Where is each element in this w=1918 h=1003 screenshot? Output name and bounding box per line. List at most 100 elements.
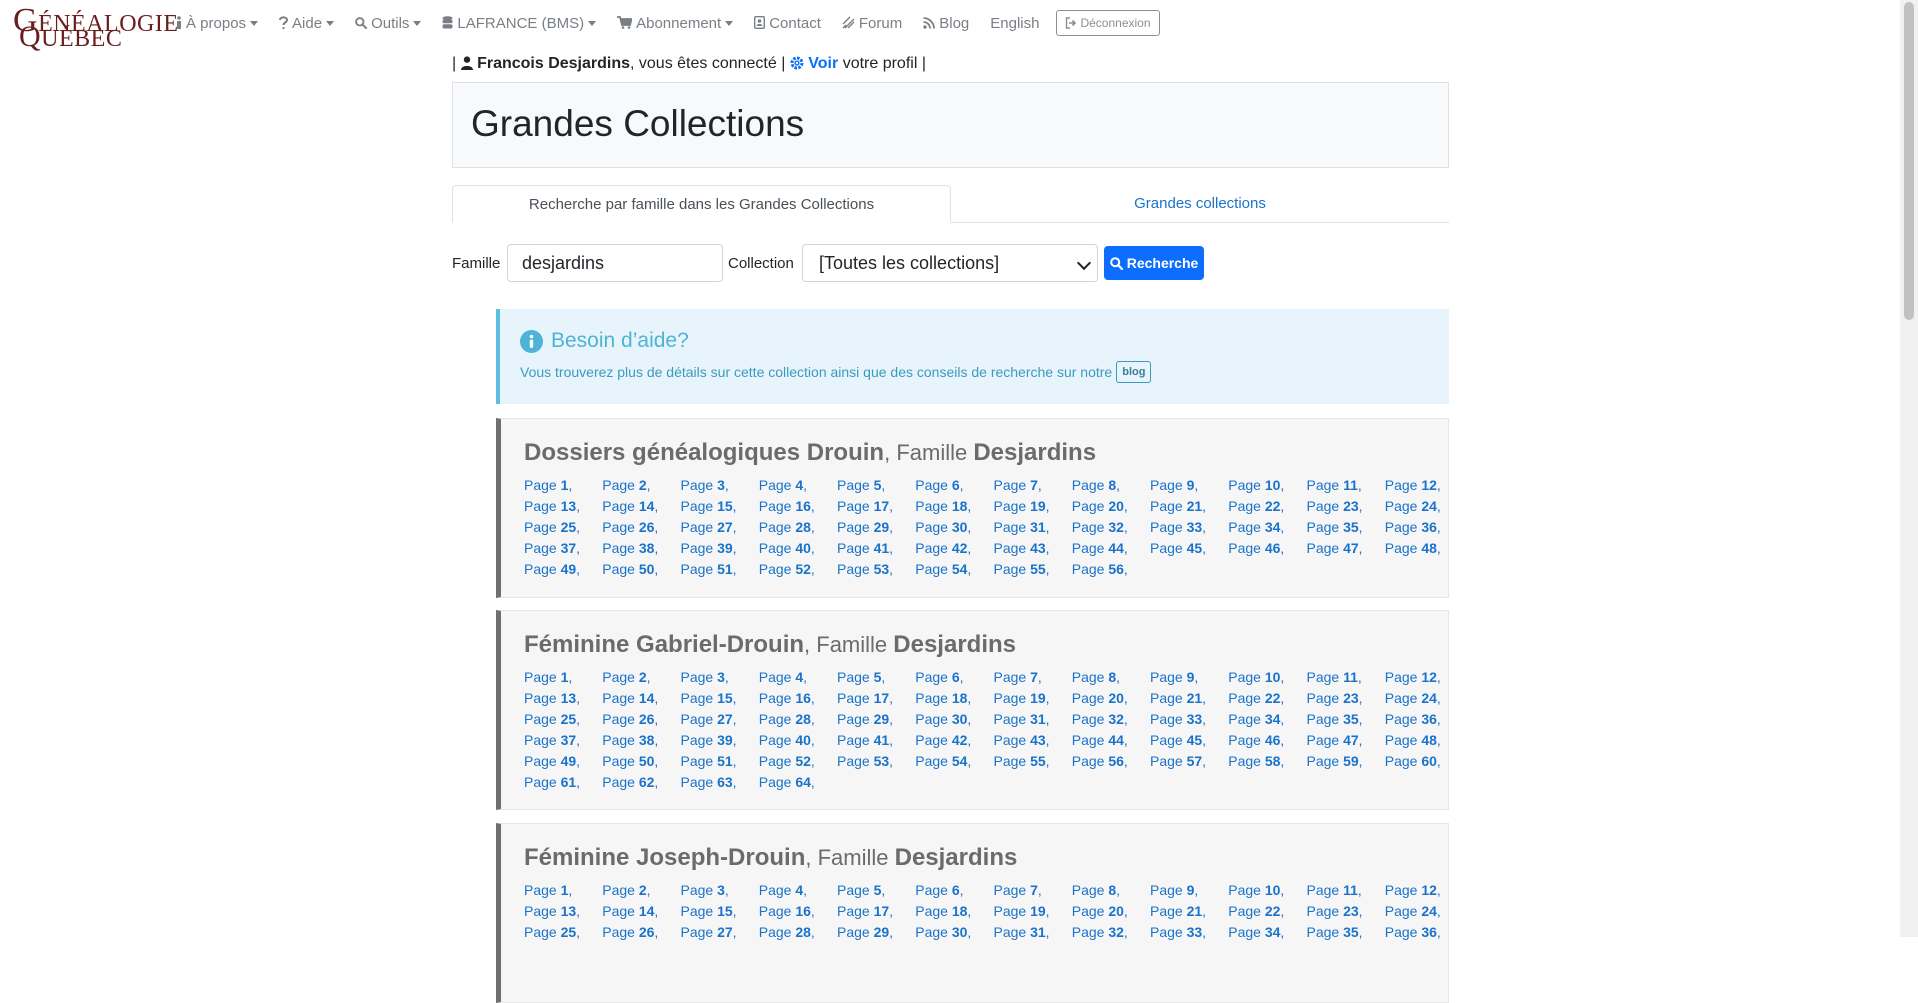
page-link[interactable]: Page 16, <box>759 688 837 709</box>
page-link[interactable]: Page 11, <box>1307 880 1385 901</box>
page-link[interactable]: Page 49, <box>524 559 602 580</box>
page-link[interactable]: Page 46, <box>1228 538 1306 559</box>
page-link[interactable]: Page 25, <box>524 517 602 538</box>
page-link[interactable]: Page 27, <box>681 922 759 943</box>
collection-select[interactable]: [Toutes les collections] <box>802 244 1098 282</box>
page-link[interactable]: Page 51, <box>681 751 759 772</box>
page-link[interactable]: Page 39, <box>681 730 759 751</box>
page-link[interactable]: Page 7, <box>994 667 1072 688</box>
page-link[interactable]: Page 49, <box>524 751 602 772</box>
page-link[interactable]: Page 14, <box>602 688 680 709</box>
page-link[interactable]: Page 10, <box>1228 667 1306 688</box>
nav-item-propos[interactable]: À propos <box>176 15 259 32</box>
page-link[interactable]: Page 56, <box>1072 751 1150 772</box>
page-link[interactable]: Page 8, <box>1072 475 1150 496</box>
page-link[interactable]: Page 1, <box>524 667 602 688</box>
page-link[interactable]: Page 28, <box>759 922 837 943</box>
page-link[interactable]: Page 3, <box>681 880 759 901</box>
page-link[interactable]: Page 41, <box>837 538 915 559</box>
page-link[interactable]: Page 38, <box>602 538 680 559</box>
page-link[interactable]: Page 30, <box>915 517 993 538</box>
page-link[interactable]: Page 44, <box>1072 538 1150 559</box>
page-link[interactable]: Page 26, <box>602 709 680 730</box>
page-link[interactable]: Page 52, <box>759 559 837 580</box>
page-link[interactable]: Page 55, <box>994 751 1072 772</box>
page-link[interactable]: Page 63, <box>681 772 759 793</box>
scrollbar-thumb[interactable] <box>1904 2 1914 320</box>
page-scrollbar[interactable] <box>1900 0 1918 937</box>
page-link[interactable]: Page 25, <box>524 709 602 730</box>
page-link[interactable]: Page 19, <box>994 901 1072 922</box>
page-link[interactable]: Page 12, <box>1385 667 1463 688</box>
page-link[interactable]: Page 18, <box>915 496 993 517</box>
page-link[interactable]: Page 36, <box>1385 922 1463 943</box>
page-link[interactable]: Page 23, <box>1307 688 1385 709</box>
page-link[interactable]: Page 20, <box>1072 688 1150 709</box>
page-link[interactable]: Page 51, <box>681 559 759 580</box>
nav-item-lafrance-bms[interactable]: LAFRANCE (BMS) <box>442 15 597 32</box>
page-link[interactable]: Page 7, <box>994 475 1072 496</box>
page-link[interactable]: Page 6, <box>915 475 993 496</box>
nav-item-aide[interactable]: Aide <box>279 15 335 32</box>
page-link[interactable]: Page 13, <box>524 901 602 922</box>
page-link[interactable]: Page 28, <box>759 709 837 730</box>
page-link[interactable]: Page 27, <box>681 709 759 730</box>
page-link[interactable]: Page 44, <box>1072 730 1150 751</box>
page-link[interactable]: Page 26, <box>602 517 680 538</box>
page-link[interactable]: Page 34, <box>1228 709 1306 730</box>
page-link[interactable]: Page 61, <box>524 772 602 793</box>
page-link[interactable]: Page 64, <box>759 772 837 793</box>
page-link[interactable]: Page 8, <box>1072 667 1150 688</box>
nav-item-outils[interactable]: Outils <box>355 15 422 32</box>
page-link[interactable]: Page 39, <box>681 538 759 559</box>
page-link[interactable]: Page 29, <box>837 709 915 730</box>
page-link[interactable]: Page 19, <box>994 688 1072 709</box>
page-link[interactable]: Page 2, <box>602 880 680 901</box>
page-link[interactable]: Page 50, <box>602 751 680 772</box>
page-link[interactable]: Page 15, <box>681 496 759 517</box>
page-link[interactable]: Page 21, <box>1150 688 1228 709</box>
nav-item-forum[interactable]: Forum <box>842 15 902 32</box>
page-link[interactable]: Page 45, <box>1150 538 1228 559</box>
page-link[interactable]: Page 35, <box>1307 709 1385 730</box>
page-link[interactable]: Page 24, <box>1385 688 1463 709</box>
page-link[interactable]: Page 31, <box>994 517 1072 538</box>
page-link[interactable]: Page 53, <box>837 559 915 580</box>
page-link[interactable]: Page 11, <box>1307 667 1385 688</box>
page-link[interactable]: Page 15, <box>681 901 759 922</box>
page-link[interactable]: Page 46, <box>1228 730 1306 751</box>
page-link[interactable]: Page 15, <box>681 688 759 709</box>
page-link[interactable]: Page 5, <box>837 667 915 688</box>
page-link[interactable]: Page 10, <box>1228 475 1306 496</box>
page-link[interactable]: Page 62, <box>602 772 680 793</box>
page-link[interactable]: Page 19, <box>994 496 1072 517</box>
nav-item-contact[interactable]: Contact <box>754 15 821 32</box>
page-link[interactable]: Page 3, <box>681 475 759 496</box>
page-link[interactable]: Page 54, <box>915 559 993 580</box>
page-link[interactable]: Page 47, <box>1307 730 1385 751</box>
page-link[interactable]: Page 2, <box>602 475 680 496</box>
nav-item-abonnement[interactable]: Abonnement <box>617 15 734 32</box>
page-link[interactable]: Page 58, <box>1228 751 1306 772</box>
page-link[interactable]: Page 17, <box>837 901 915 922</box>
page-link[interactable]: Page 24, <box>1385 901 1463 922</box>
page-link[interactable]: Page 33, <box>1150 922 1228 943</box>
page-link[interactable]: Page 12, <box>1385 475 1463 496</box>
site-logo[interactable]: GÉNÉALOGIE QUÉBEC <box>13 2 178 52</box>
page-link[interactable]: Page 2, <box>602 667 680 688</box>
page-link[interactable]: Page 5, <box>837 880 915 901</box>
page-link[interactable]: Page 20, <box>1072 496 1150 517</box>
page-link[interactable]: Page 20, <box>1072 901 1150 922</box>
page-link[interactable]: Page 6, <box>915 667 993 688</box>
page-link[interactable]: Page 17, <box>837 688 915 709</box>
page-link[interactable]: Page 12, <box>1385 880 1463 901</box>
page-link[interactable]: Page 5, <box>837 475 915 496</box>
page-link[interactable]: Page 48, <box>1385 538 1463 559</box>
page-link[interactable]: Page 8, <box>1072 880 1150 901</box>
page-link[interactable]: Page 4, <box>759 667 837 688</box>
tab-family-search[interactable]: Recherche par famille dans les Grandes C… <box>452 185 951 223</box>
blog-button[interactable]: blog <box>1116 361 1152 383</box>
page-link[interactable]: Page 47, <box>1307 538 1385 559</box>
page-link[interactable]: Page 31, <box>994 709 1072 730</box>
page-link[interactable]: Page 30, <box>915 922 993 943</box>
